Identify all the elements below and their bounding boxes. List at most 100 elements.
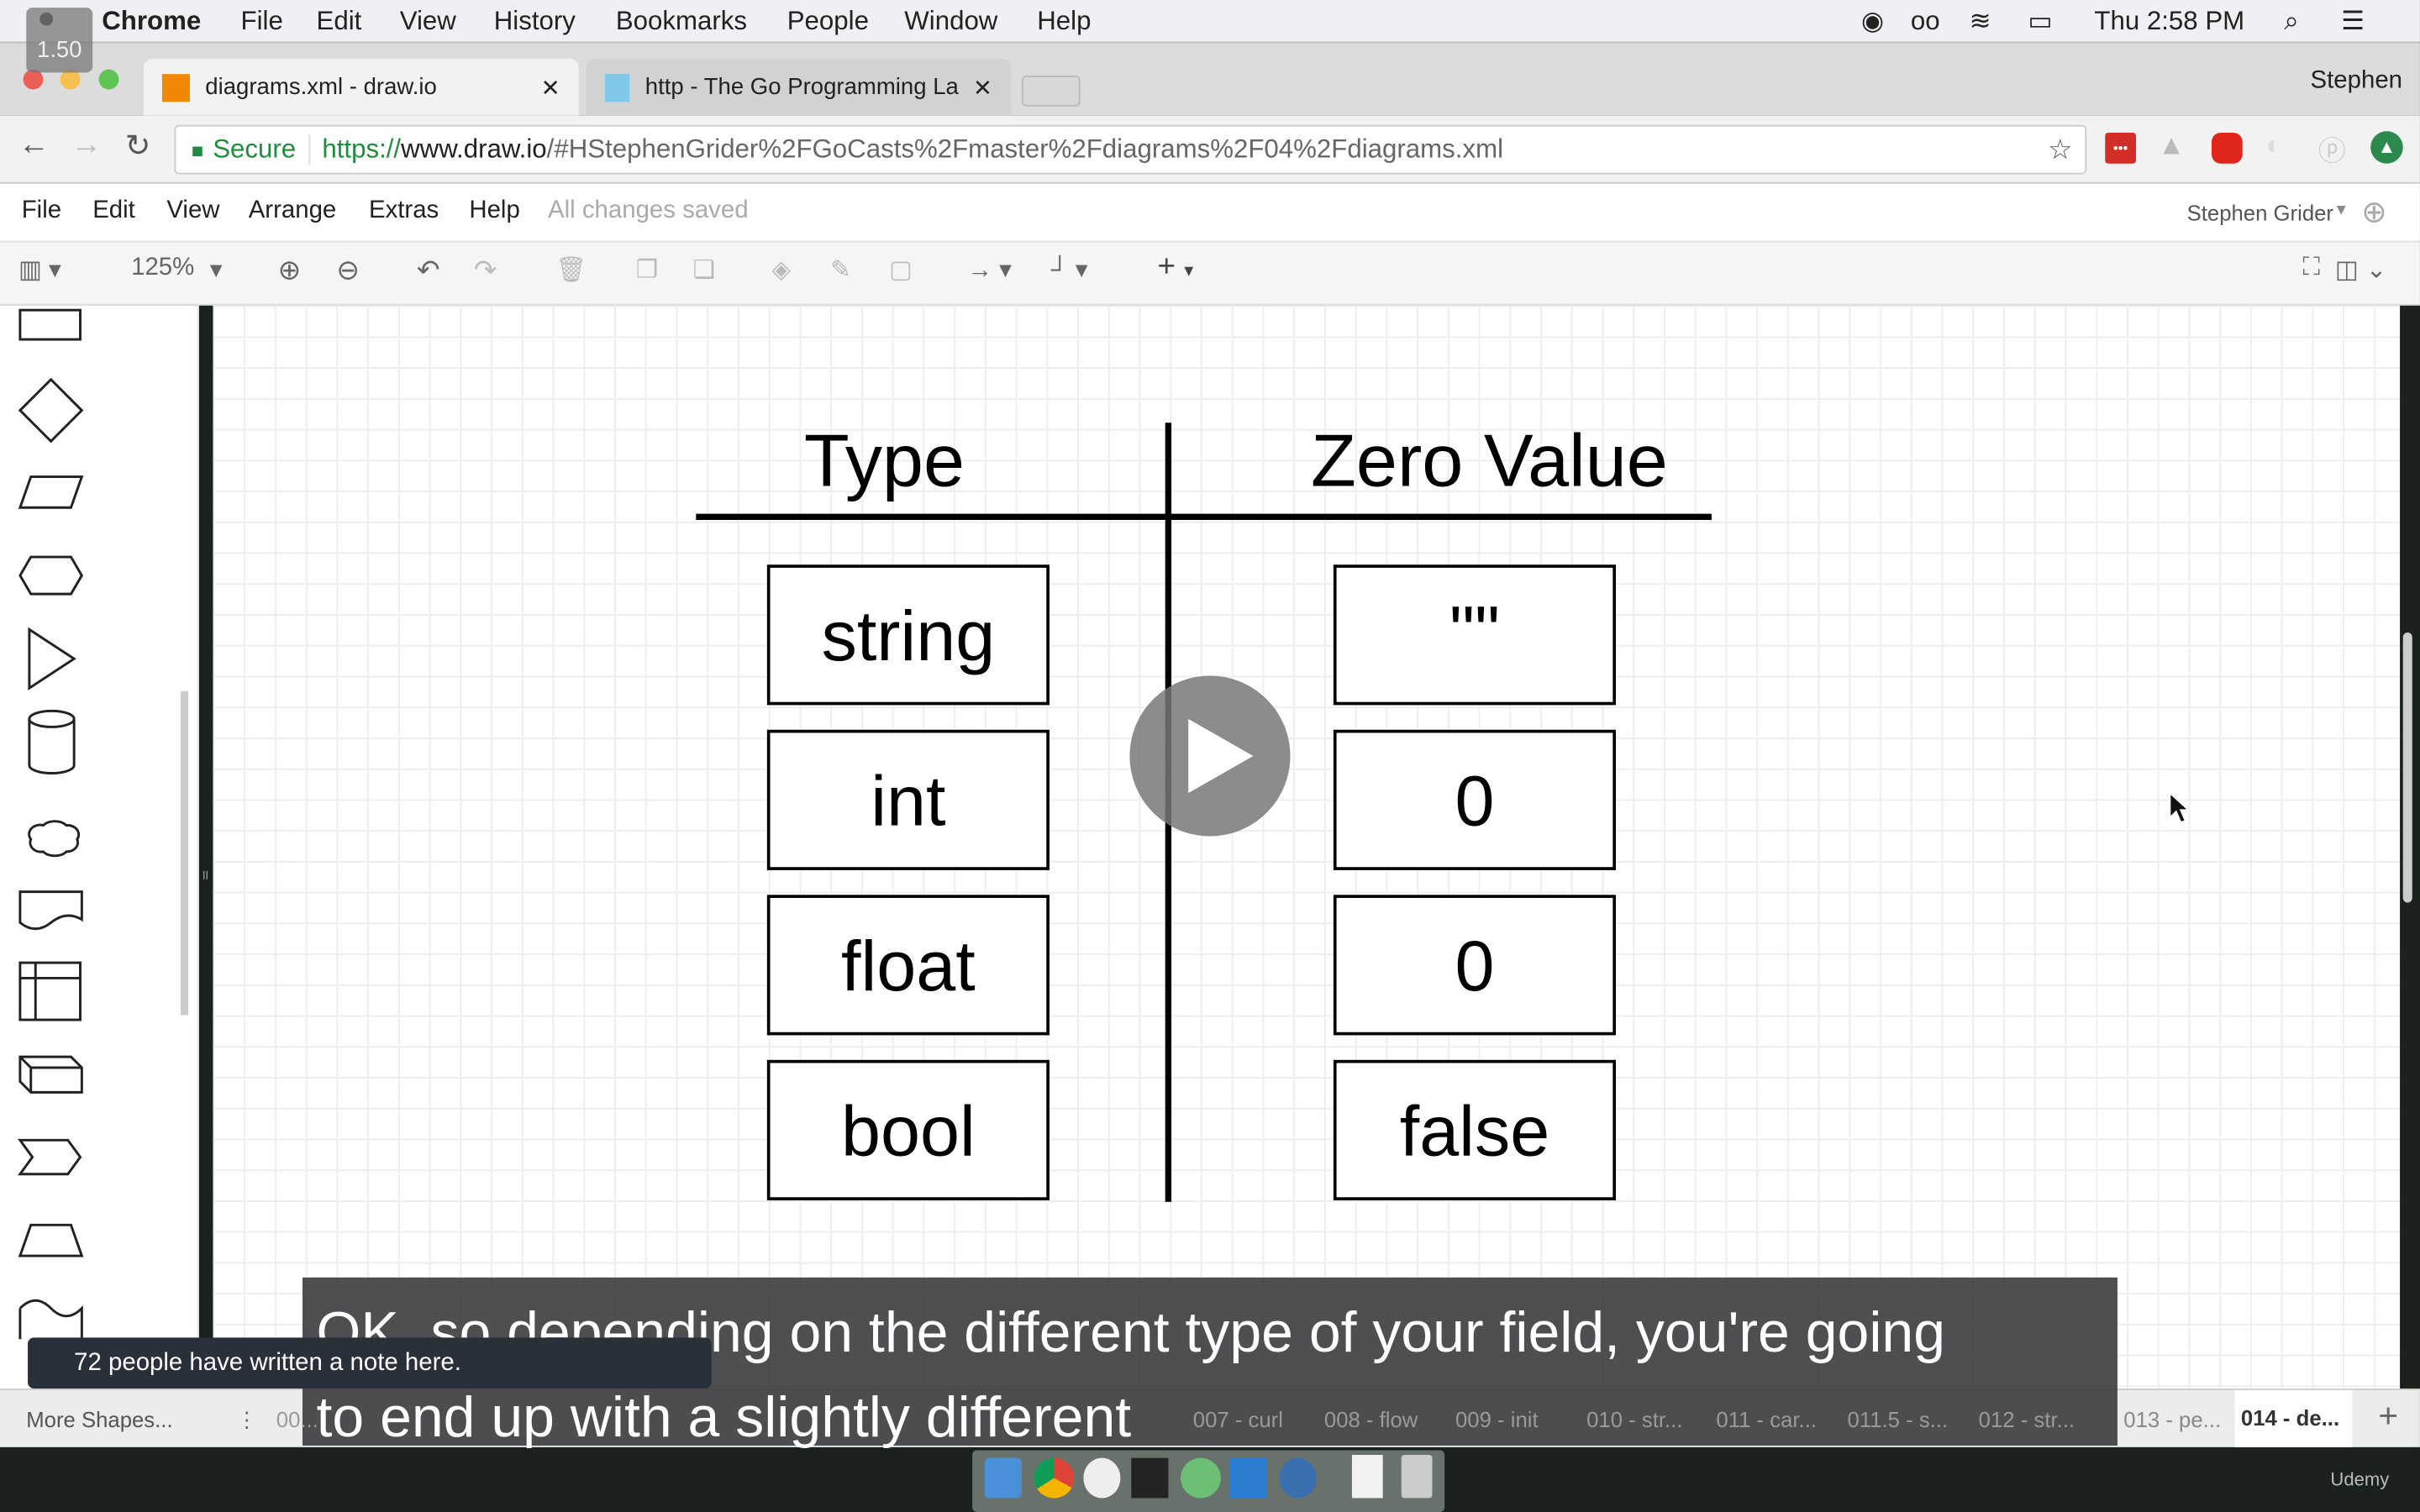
more-shapes-button[interactable]: More Shapes...	[26, 1407, 172, 1431]
redo-icon[interactable]: ↷	[474, 255, 497, 287]
reload-icon[interactable]: ↻	[125, 127, 151, 165]
pages-menu-icon[interactable]: ⋮	[236, 1407, 258, 1433]
close-tab-icon[interactable]: ✕	[973, 73, 992, 101]
drawio-menu-help[interactable]: Help	[469, 197, 519, 225]
diagram-canvas[interactable]	[213, 305, 2401, 1389]
cube-shape-icon[interactable]	[18, 1055, 83, 1094]
document-shape-icon[interactable]	[18, 890, 83, 931]
finder-icon[interactable]	[984, 1457, 1022, 1499]
user-menu[interactable]: Stephen Grider	[2187, 201, 2333, 225]
menu-bookmarks[interactable]: Bookmarks	[616, 6, 747, 37]
back-icon[interactable]: ←	[18, 128, 50, 163]
wifi-icon[interactable]: ≋	[1970, 6, 1991, 37]
page-tab[interactable]: 013 - pe...	[2123, 1407, 2221, 1431]
line-color-icon[interactable]: ✎	[830, 255, 851, 286]
undo-icon[interactable]: ↶	[417, 255, 440, 287]
drawio-menu-file[interactable]: File	[22, 197, 61, 225]
notes-tooltip[interactable]: 72 people have written a note here.	[28, 1337, 712, 1389]
fill-color-icon[interactable]: ◈	[771, 255, 791, 286]
tab-go-docs[interactable]: http - The Go Programming La ✕	[586, 58, 1012, 116]
forward-icon[interactable]: →	[71, 128, 102, 163]
zoom-out-icon[interactable]: ⊖	[336, 255, 360, 287]
pushbullet-extension-icon[interactable]: ⓟ	[2318, 129, 2346, 170]
diamond-shape-icon[interactable]	[18, 377, 84, 444]
drive-extension-icon[interactable]: ▲	[2158, 129, 2186, 162]
menu-history[interactable]: History	[494, 6, 576, 37]
page-tab[interactable]: 008 - flow	[1324, 1407, 1418, 1431]
add-page-icon[interactable]: +	[2378, 1396, 2398, 1436]
tab-drawio[interactable]: diagrams.xml - draw.io ✕	[143, 58, 579, 116]
new-tab-button[interactable]	[1021, 75, 1081, 107]
trash-icon[interactable]	[1401, 1455, 1433, 1499]
rectangle-shape-icon[interactable]	[18, 308, 82, 341]
insert-icon[interactable]: + ▾	[1158, 250, 1194, 286]
zoom-in-icon[interactable]: ⊕	[278, 255, 302, 287]
toggle-panel-icon[interactable]: ◫	[2335, 255, 2359, 286]
page-tab[interactable]: 011 - car...	[1716, 1407, 1817, 1431]
hexagon-shape-icon[interactable]	[18, 555, 84, 596]
drawio-menu-extras[interactable]: Extras	[369, 197, 439, 225]
cylinder-shape-icon[interactable]	[28, 709, 76, 774]
menu-edit[interactable]: Edit	[317, 6, 362, 37]
tape-shape-icon[interactable]	[18, 1299, 83, 1340]
to-back-icon[interactable]: ❏	[693, 255, 715, 286]
table-shape-icon[interactable]	[18, 961, 82, 1021]
menu-file[interactable]: File	[241, 6, 283, 37]
zoom-select[interactable]: 125%	[131, 255, 194, 282]
drawio-menu-edit[interactable]: Edit	[92, 197, 135, 225]
close-tab-icon[interactable]: ✕	[541, 73, 560, 101]
downloads-icon[interactable]	[1351, 1455, 1383, 1499]
menu-view[interactable]: View	[400, 6, 456, 37]
page-tab[interactable]: 012 - str...	[1979, 1407, 2075, 1431]
parallelogram-shape-icon[interactable]	[18, 475, 84, 509]
adblock-extension-icon[interactable]	[2211, 132, 2243, 164]
sidebar-scrollbar[interactable]	[180, 690, 189, 1016]
vscode-icon[interactable]	[1229, 1457, 1267, 1499]
drawio-menu-view[interactable]: View	[166, 197, 219, 225]
chevron-down-icon[interactable]: ▾	[210, 255, 223, 286]
menu-people[interactable]: People	[787, 6, 869, 37]
glasses-icon[interactable]: ᴏᴏ	[1911, 6, 1940, 37]
bookmark-star-icon[interactable]: ☆	[2048, 134, 2073, 166]
page-tab[interactable]: 011.5 - s...	[1848, 1407, 1949, 1431]
chrome-icon[interactable]	[1034, 1457, 1075, 1499]
menu-app[interactable]: Chrome	[102, 6, 201, 37]
extension-icon[interactable]: ◐	[2265, 129, 2282, 162]
lastpass-extension-icon[interactable]: •••	[2105, 132, 2136, 164]
drawio-menu-arrange[interactable]: Arrange	[249, 197, 337, 225]
terminal-icon[interactable]	[1131, 1457, 1169, 1499]
battery-icon[interactable]: ▭	[2028, 6, 2053, 37]
delete-icon[interactable]: 🗑	[555, 255, 587, 286]
profile-name[interactable]: Stephen	[2311, 68, 2402, 96]
fullscreen-icon[interactable]: ⛶	[2302, 255, 2320, 282]
menu-help[interactable]: Help	[1037, 6, 1091, 37]
language-globe-icon[interactable]: ⊕	[2361, 193, 2387, 232]
update-extension-icon[interactable]: ▲	[2370, 131, 2403, 164]
triangle-shape-icon[interactable]	[28, 627, 76, 690]
collapse-icon[interactable]: ⌄	[2366, 255, 2387, 286]
page-tab-active[interactable]: 014 - de...	[2234, 1389, 2352, 1447]
format-panel-icon[interactable]: ▥ ▾	[18, 255, 61, 286]
zoom-window-button[interactable]	[98, 69, 119, 90]
shadow-icon[interactable]: ▢	[889, 255, 913, 286]
to-front-icon[interactable]: ❐	[636, 255, 658, 286]
waypoints-icon[interactable]: ┘ ▾	[1051, 255, 1088, 286]
menu-window[interactable]: Window	[904, 6, 997, 37]
spotlight-icon[interactable]: ⌕	[2284, 6, 2299, 37]
chevron-down-icon[interactable]: ▼	[2333, 202, 2349, 219]
url-field[interactable]: ■ Secure https://www.draw.io/#HStephenGr…	[174, 124, 2087, 175]
video-play-button[interactable]	[1129, 675, 1291, 837]
trapezoid-shape-icon[interactable]	[18, 1223, 84, 1257]
connection-icon[interactable]: → ▾	[968, 255, 1012, 286]
step-shape-icon[interactable]	[17, 1138, 82, 1176]
notification-icon[interactable]: ☰	[2341, 6, 2365, 37]
page-tab[interactable]: 009 - init	[1455, 1407, 1539, 1431]
quicktime-icon[interactable]	[1279, 1457, 1317, 1499]
sidebar-resize-handle[interactable]: ॥	[201, 864, 209, 885]
cloud-shape-icon[interactable]	[28, 820, 81, 858]
messages-icon[interactable]	[1083, 1457, 1121, 1499]
page-tab[interactable]: 00...	[276, 1407, 318, 1431]
page-tab[interactable]: 007 - curl	[1193, 1407, 1283, 1431]
canvas-scrollbar[interactable]	[2402, 633, 2412, 903]
page-tab[interactable]: 010 - str...	[1586, 1407, 1682, 1431]
